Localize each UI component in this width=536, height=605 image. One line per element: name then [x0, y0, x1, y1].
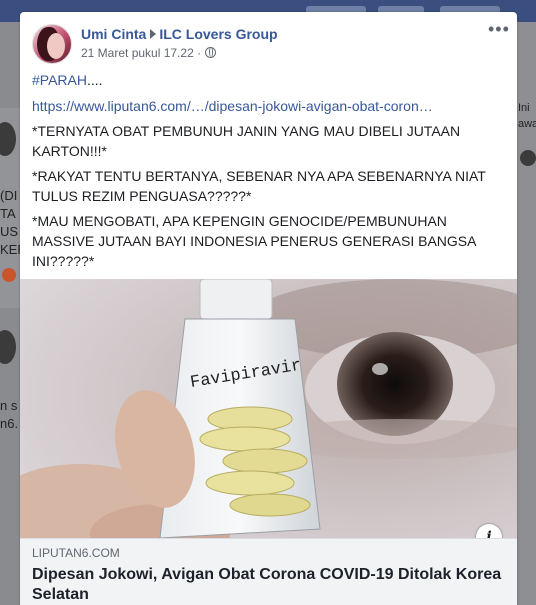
group-name[interactable]: ILC Lovers Group	[159, 26, 277, 42]
article-url-link[interactable]: https://www.liputan6.com/…/dipesan-jokow…	[32, 96, 472, 116]
link-preview-title[interactable]: Dipesan Jokowi, Avigan Obat Corona COVID…	[32, 565, 507, 605]
background-reaction-icon	[2, 268, 16, 282]
author-avatar[interactable]	[32, 24, 72, 64]
post-paragraph: *TERNYATA OBAT PEMBUNUH JANIN YANG MAU D…	[32, 123, 461, 159]
post-header: Umi Cinta ILC Lovers Group 21 Maret pukul…	[20, 12, 517, 68]
post-paragraph: *RAKYAT TENTU BERTANYA, SEBENAR NYA APA …	[32, 168, 486, 204]
post-paragraph: *MAU MENGOBATI, APA KEPENGIN GENOCIDE/PE…	[32, 213, 476, 269]
link-preview-domain: LIPUTAN6.COM	[32, 546, 120, 560]
background-text: Ini	[518, 102, 530, 114]
background-text: US I	[0, 224, 20, 239]
background-text: KEF	[0, 242, 20, 257]
arrow-right-icon	[150, 29, 157, 39]
link-preview[interactable]: LIPUTAN6.COM Dipesan Jokowi, Avigan Obat…	[20, 538, 517, 605]
background-text: n s	[0, 398, 18, 413]
author-line: Umi Cinta ILC Lovers Group	[81, 26, 278, 42]
post-meta: 21 Maret pukul 17.22 ·	[81, 46, 217, 60]
post-link-line: https://www.liputan6.com/…/dipesan-jokow…	[32, 96, 507, 116]
background-text: (DI	[0, 188, 18, 203]
more-options-icon[interactable]: •••	[488, 20, 510, 40]
post-hashtag-line: #PARAH....	[32, 70, 507, 90]
background-text: n6.	[0, 416, 19, 431]
hashtag-suffix: ....	[86, 72, 103, 88]
post-card: Umi Cinta ILC Lovers Group 21 Maret pukul…	[20, 12, 517, 605]
post-image[interactable]: Favipiravir	[20, 279, 517, 538]
vial-photo-illustration: Favipiravir	[20, 279, 517, 538]
background-avatar	[520, 150, 536, 166]
background-text: TA	[0, 206, 16, 221]
hashtag-link[interactable]: #PARAH	[32, 72, 87, 88]
background-text: awa	[518, 118, 536, 130]
globe-icon	[205, 47, 217, 58]
post-timestamp[interactable]: 21 Maret pukul 17.22 ·	[81, 46, 201, 60]
author-name[interactable]: Umi Cinta	[81, 26, 146, 42]
